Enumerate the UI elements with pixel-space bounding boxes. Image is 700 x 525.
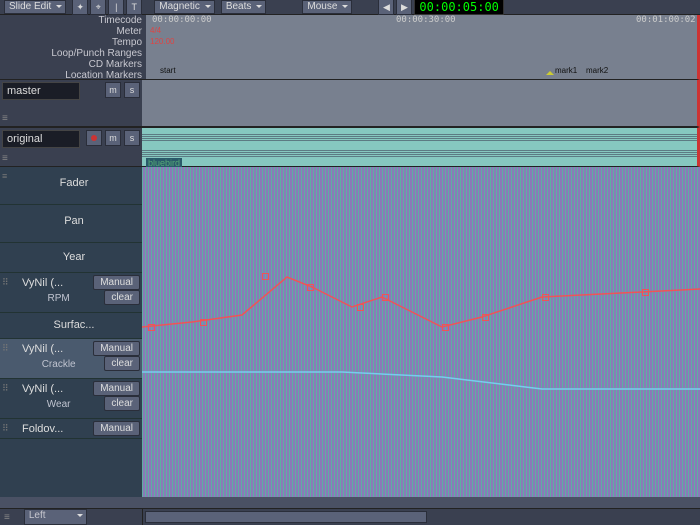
- track-canvas-master[interactable]: [142, 79, 700, 127]
- automation-point[interactable]: [148, 324, 155, 331]
- track-canvas-original[interactable]: bluebird: [142, 127, 700, 167]
- ruler-tc-0: 00:00:00:00: [152, 15, 212, 25]
- marker-start[interactable]: start: [160, 66, 176, 75]
- tool-icon-2[interactable]: ⌖: [90, 0, 106, 15]
- drag-handle-icon[interactable]: ⠿: [2, 343, 10, 354]
- ruler-area: Timecode Meter Tempo Loop/Punch Ranges C…: [0, 15, 700, 79]
- clear-button[interactable]: clear: [104, 356, 140, 371]
- lane-year[interactable]: Year: [0, 243, 142, 273]
- automation-point[interactable]: [382, 294, 389, 301]
- track-name-master[interactable]: master: [2, 82, 80, 100]
- automation-point[interactable]: [642, 289, 649, 296]
- ruler-label-meter: Meter: [0, 26, 142, 37]
- plugin-name: Foldov...: [16, 423, 90, 435]
- plugin-name: VyNil (...: [16, 343, 90, 355]
- manual-button[interactable]: Manual: [93, 275, 140, 290]
- param-label: Crackle: [16, 359, 101, 370]
- plugin-name: VyNil (...: [16, 383, 90, 395]
- record-arm-button[interactable]: [86, 130, 102, 146]
- plugin-row-wear[interactable]: ⠿ VyNil (... Manual Wear clear: [0, 379, 142, 419]
- automation-point[interactable]: [442, 324, 449, 331]
- plugin-row-foldover[interactable]: ⠿ Foldov... Manual: [0, 419, 142, 439]
- ruler-tc-1: 00:00:30:00: [396, 15, 456, 25]
- automation-line-rpm: [142, 167, 700, 497]
- automation-point[interactable]: [482, 314, 489, 321]
- marker-mark2[interactable]: mark2: [586, 66, 608, 75]
- manual-button[interactable]: Manual: [93, 341, 140, 356]
- drag-handle-icon[interactable]: ⠿: [2, 423, 10, 434]
- drag-handle-icon[interactable]: ⠿: [2, 277, 10, 288]
- ruler-label-timecode: Timecode: [0, 15, 142, 26]
- ruler-label-loop: Loop/Punch Ranges: [0, 48, 142, 59]
- nudge-right-button[interactable]: ▶: [396, 0, 412, 15]
- automation-point[interactable]: [357, 304, 364, 311]
- channel-select[interactable]: Left: [24, 509, 87, 525]
- automation-point[interactable]: [307, 284, 314, 291]
- tool-icon-1[interactable]: ✦: [72, 0, 88, 15]
- track-header-original[interactable]: original m s ≡: [0, 127, 142, 167]
- pointer-mode-select[interactable]: Mouse: [302, 0, 352, 14]
- plugin-row-crackle[interactable]: ⠿ VyNil (... Manual Crackle clear: [0, 339, 142, 379]
- lane-fader[interactable]: Fader ≡: [0, 167, 142, 205]
- footer-bar: ≡ Left: [0, 508, 700, 525]
- marker-mark1[interactable]: mark1: [546, 66, 577, 75]
- automation-canvas[interactable]: [142, 167, 700, 497]
- solo-button[interactable]: s: [124, 82, 140, 98]
- nudge-left-button[interactable]: ◀: [378, 0, 394, 15]
- ruler-label-tempo: Tempo: [0, 37, 142, 48]
- clear-button[interactable]: clear: [104, 290, 140, 305]
- ruler-tc-2: 00:01:00:02: [636, 15, 696, 25]
- automation-point[interactable]: [262, 273, 269, 280]
- lane-label: Surfac...: [2, 315, 140, 331]
- tool-icon-4[interactable]: T: [126, 0, 142, 15]
- ruler-labels: Timecode Meter Tempo Loop/Punch Ranges C…: [0, 15, 146, 79]
- mute-button[interactable]: m: [105, 82, 121, 98]
- drag-handle-icon[interactable]: ≡: [4, 512, 10, 523]
- ruler-canvas[interactable]: 00:00:00:00 00:00:30:00 00:01:00:02 4/4 …: [146, 15, 700, 79]
- track-header-master[interactable]: master m s ≡: [0, 79, 142, 127]
- drag-handle-icon[interactable]: ⠿: [2, 383, 10, 394]
- lane-label: Year: [2, 245, 140, 263]
- clear-button[interactable]: clear: [104, 396, 140, 411]
- lane-label: Pan: [2, 207, 140, 227]
- manual-button[interactable]: Manual: [93, 381, 140, 396]
- tempo-value: 120.00: [150, 37, 697, 46]
- grid-units-select[interactable]: Beats: [221, 0, 267, 14]
- meter-value: 4/4: [150, 26, 697, 35]
- horizontal-scrollbar[interactable]: [145, 511, 427, 523]
- tool-icon-3[interactable]: |: [108, 0, 124, 15]
- drag-handle-icon[interactable]: ≡: [2, 153, 8, 164]
- lane-label: Fader: [2, 169, 140, 189]
- solo-button[interactable]: s: [124, 130, 140, 146]
- top-toolbar: Slide Edit ✦ ⌖ | T Magnetic Beats Mouse …: [0, 0, 700, 15]
- lane-pan[interactable]: Pan: [0, 205, 142, 243]
- manual-button[interactable]: Manual: [93, 421, 140, 436]
- ruler-label-cd: CD Markers: [0, 59, 142, 70]
- drag-handle-icon[interactable]: ≡: [2, 171, 8, 181]
- mute-button[interactable]: m: [105, 130, 121, 146]
- plugin-row-0[interactable]: ⠿ VyNil (... Manual RPM clear: [0, 273, 142, 313]
- timecode-display[interactable]: 00:00:05:00: [414, 0, 503, 15]
- automation-point[interactable]: [542, 294, 549, 301]
- edit-mode-select[interactable]: Slide Edit: [4, 0, 66, 14]
- param-label: Wear: [16, 399, 101, 410]
- marker-flag-icon: [546, 67, 554, 75]
- track-name-original[interactable]: original: [2, 130, 80, 148]
- drag-handle-icon[interactable]: ≡: [2, 113, 8, 124]
- automation-point[interactable]: [200, 319, 207, 326]
- snap-mode-select[interactable]: Magnetic: [154, 0, 215, 14]
- plugin-name: VyNil (...: [16, 277, 90, 289]
- param-label: RPM: [16, 293, 101, 304]
- lane-surface[interactable]: Surfac...: [0, 313, 142, 339]
